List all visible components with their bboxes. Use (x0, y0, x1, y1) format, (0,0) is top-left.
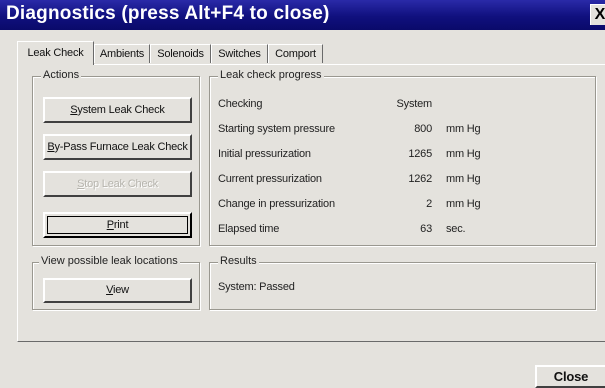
progress-label: Change in pressurization (218, 198, 335, 210)
window-title: Diagnostics (press Alt+F4 to close) (6, 3, 330, 24)
diagnostics-window: Diagnostics (press Alt+F4 to close) X Le… (0, 0, 605, 388)
view-label: iew (113, 284, 129, 296)
progress-unit: mm Hg (446, 198, 481, 210)
tab-comport[interactable]: Comport (268, 44, 323, 63)
progress-unit: mm Hg (446, 148, 481, 160)
leak-progress-group-label: Leak check progress (218, 69, 324, 81)
progress-label: Current pressurization (218, 173, 322, 185)
actions-group-label: Actions (41, 69, 82, 81)
stop-leak-check-label: top Leak Check (84, 178, 158, 190)
progress-label: Starting system pressure (218, 123, 335, 135)
tab-leak-check[interactable]: Leak Check (17, 41, 94, 65)
print-mnemonic: P (106, 219, 114, 231)
close-button[interactable]: Close (535, 365, 605, 388)
results-text: System: Passed (218, 281, 295, 293)
progress-value: 63 (420, 223, 432, 235)
progress-value: System (396, 98, 433, 110)
bypass-leak-check-label: y-Pass Furnace Leak Check (54, 141, 188, 153)
progress-value: 800 (414, 123, 432, 135)
results-group-label: Results (218, 255, 259, 267)
stop-leak-check-button[interactable]: Stop Leak Check (43, 171, 192, 197)
system-leak-check-button[interactable]: System Leak Check (43, 97, 192, 123)
progress-label: Initial pressurization (218, 148, 311, 160)
system-leak-check-label: ystem Leak Check (77, 104, 165, 116)
progress-label: Checking (218, 98, 263, 110)
close-icon[interactable]: X (590, 4, 605, 25)
progress-value: 1265 (408, 148, 432, 160)
progress-unit: sec. (446, 223, 466, 235)
progress-label: Elapsed time (218, 223, 280, 235)
view-mnemonic: V (106, 284, 114, 296)
title-bar[interactable]: Diagnostics (press Alt+F4 to close) X (0, 0, 605, 30)
progress-unit: mm Hg (446, 123, 481, 135)
progress-unit: mm Hg (446, 173, 481, 185)
progress-value: 1262 (408, 173, 432, 185)
progress-value: 2 (426, 198, 432, 210)
view-locations-button[interactable]: View (43, 278, 192, 303)
leak-locations-group-label: View possible leak locations (39, 255, 180, 267)
print-label: rint (113, 219, 129, 231)
bypass-furnace-leak-check-button[interactable]: By-Pass Furnace Leak Check (43, 134, 192, 160)
tab-switches[interactable]: Switches (211, 44, 268, 63)
print-button[interactable]: Print (43, 212, 192, 238)
tab-solenoids[interactable]: Solenoids (150, 44, 211, 63)
tab-ambients[interactable]: Ambients (94, 44, 150, 63)
